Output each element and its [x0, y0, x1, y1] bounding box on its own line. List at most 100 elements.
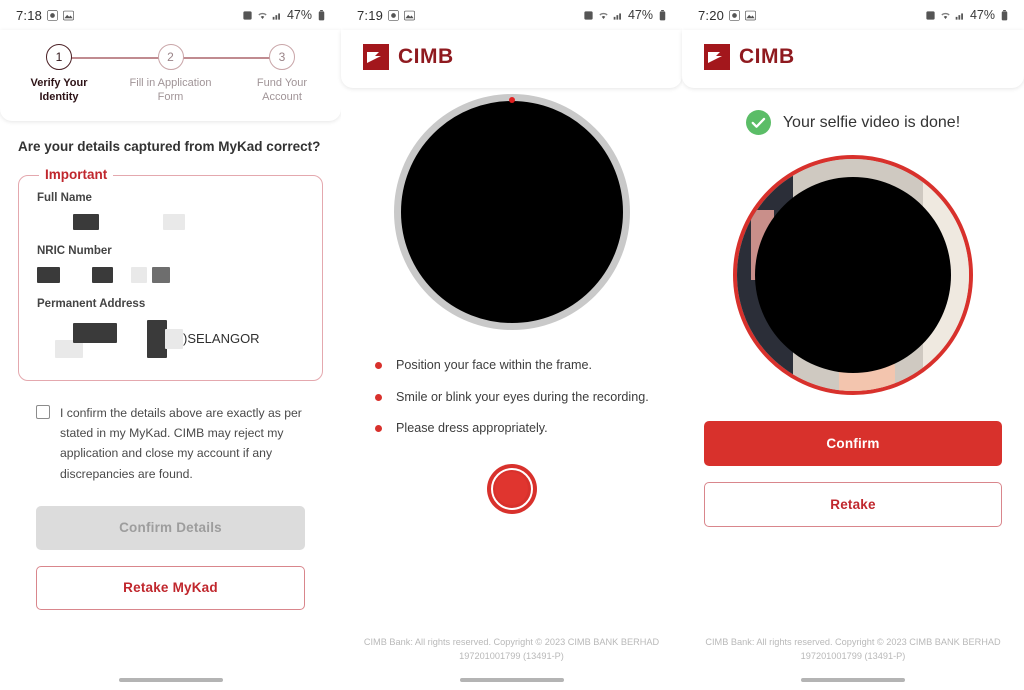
cimb-wordmark: CIMB: [739, 45, 795, 68]
status-bar: 7:18 47%: [0, 0, 341, 30]
alarm-icon: [583, 10, 594, 21]
redacted-face-overlay: [755, 177, 951, 373]
stepper-step-2-number: 2: [157, 44, 184, 70]
battery-percent: 47%: [286, 8, 312, 22]
wifi-icon: [940, 10, 951, 21]
gallery-icon: [63, 10, 75, 21]
progress-stepper-card: 1 Verify Your Identity 2 Fill in Applica…: [0, 30, 341, 121]
status-bar: 7:19 47%: [341, 0, 682, 30]
camera-icon: [729, 9, 741, 21]
home-indicator-bar[interactable]: [118, 678, 223, 682]
home-indicator-bar[interactable]: [801, 678, 905, 682]
check-circle-icon: [745, 110, 771, 135]
confirm-details-checkbox[interactable]: [36, 404, 50, 419]
status-bar-left: 7:20: [698, 7, 757, 23]
copyright-footer: CIMB Bank: All rights reserved. Copyrigh…: [705, 637, 1001, 662]
battery-icon: [657, 9, 668, 21]
status-bar-left: 7:19: [357, 7, 416, 23]
status-bar: 7:20 47%: [682, 0, 1024, 30]
cimb-logo: CIMB: [363, 44, 682, 70]
recording-indicator-dot: [508, 97, 515, 103]
instruction-text: Position your face within the frame.: [396, 358, 592, 372]
cimb-logo-icon: [363, 44, 389, 70]
gallery-icon: [404, 10, 416, 21]
retake-mykad-button[interactable]: Retake MyKad: [36, 565, 305, 610]
field-permanent-address-label: Permanent Address: [37, 297, 146, 310]
stepper-step-3-label: Fund Your Account: [256, 77, 308, 103]
stepper-step-2-label: Fill in Application Form: [129, 77, 212, 103]
status-bar-right: 47%: [242, 8, 327, 22]
bullet-icon: [375, 393, 382, 401]
status-bar-time: 7:20: [698, 7, 725, 23]
home-indicator: [341, 670, 682, 690]
confirm-details-button[interactable]: Confirm Details: [36, 505, 305, 550]
camera-icon: [47, 9, 59, 21]
wifi-icon: [257, 10, 268, 21]
selfie-confirm-actions: Confirm Retake: [682, 395, 1024, 527]
copyright-footer: CIMB Bank: All rights reserved. Copyrigh…: [363, 637, 660, 662]
important-details-fieldset: Important Full Name NRIC Number Permanen…: [18, 166, 323, 381]
battery-percent: 47%: [627, 8, 653, 22]
panel-selfie-confirm: 7:20 47% CIMB Your selfie video is done!…: [682, 0, 1024, 690]
panel-selfie-capture: 7:19 47% CIMB Position your face within …: [341, 0, 682, 690]
wifi-icon: [598, 10, 609, 21]
cimb-logo-icon: [704, 44, 730, 70]
field-nric-number-value-redacted: [37, 267, 304, 284]
status-bar-time: 7:18: [16, 7, 43, 23]
page-title: Are your details captured from MyKad cor…: [18, 138, 321, 154]
gallery-icon: [745, 10, 757, 21]
confirm-details-checkbox-row[interactable]: I confirm the details above are exactly …: [18, 381, 323, 484]
list-item: Position your face within the frame.: [375, 356, 656, 375]
record-button-core: [495, 472, 528, 506]
verify-identity-body: Are your details captured from MyKad cor…: [0, 121, 341, 610]
progress-stepper: 1 Verify Your Identity 2 Fill in Applica…: [16, 44, 325, 105]
field-permanent-address-value: )SELANGOR: [37, 319, 304, 358]
camera-preview-wrapper: [341, 88, 682, 330]
record-button-ring: [490, 467, 533, 510]
screenshot-strip: 7:18 47% 1 Verify Your Identity 2 Fill i…: [0, 0, 1024, 690]
status-bar-right: 47%: [583, 8, 668, 22]
signal-icon: [955, 10, 966, 21]
stepper-step-1[interactable]: 1 Verify Your Identity: [16, 44, 102, 105]
confirm-button[interactable]: Confirm: [704, 421, 1002, 466]
home-indicator: [682, 670, 1024, 690]
fieldset-legend: Important: [39, 166, 114, 182]
field-nric-number: NRIC Number: [37, 245, 304, 284]
app-header: CIMB: [682, 30, 1024, 88]
field-full-name-label: Full Name: [37, 191, 92, 204]
status-bar-left: 7:18: [16, 7, 75, 23]
stepper-step-2[interactable]: 2 Fill in Application Form: [128, 44, 214, 105]
instruction-text: Please dress appropriately.: [396, 421, 548, 436]
cimb-wordmark: CIMB: [398, 45, 454, 68]
stepper-step-3[interactable]: 3 Fund Your Account: [239, 44, 325, 105]
status-bar-time: 7:19: [357, 7, 384, 23]
home-indicator: [0, 670, 341, 690]
list-item: Please dress appropriately.: [375, 419, 656, 438]
signal-icon: [613, 10, 624, 21]
battery-percent: 47%: [969, 8, 995, 22]
camera-icon: [388, 9, 400, 21]
signal-icon: [272, 10, 283, 21]
field-nric-number-label: NRIC Number: [37, 244, 112, 257]
selfie-preview-wrapper: [682, 155, 1024, 395]
stepper-step-3-number: 3: [269, 44, 295, 70]
success-banner: Your selfie video is done!: [682, 88, 1024, 155]
record-button-wrapper: [341, 438, 682, 514]
instruction-text: Smile or blink your eyes during the reco…: [396, 389, 649, 404]
cimb-logo: CIMB: [704, 44, 1024, 70]
field-full-name: Full Name: [37, 192, 304, 231]
field-permanent-address: Permanent Address )SELANGOR: [37, 298, 304, 358]
confirm-details-checkbox-label: I confirm the details above are exactly …: [60, 405, 302, 481]
camera-preview-circle: [393, 94, 630, 330]
verify-identity-actions: Confirm Details Retake MyKad: [18, 484, 323, 610]
battery-icon: [316, 9, 327, 21]
record-button[interactable]: [486, 463, 537, 514]
retake-button[interactable]: Retake: [704, 482, 1002, 527]
app-header: CIMB: [341, 30, 682, 88]
success-message: Your selfie video is done!: [782, 113, 961, 131]
home-indicator-bar[interactable]: [459, 678, 564, 682]
address-visible-text: )SELANGOR: [183, 331, 260, 347]
list-item: Smile or blink your eyes during the reco…: [375, 388, 656, 407]
